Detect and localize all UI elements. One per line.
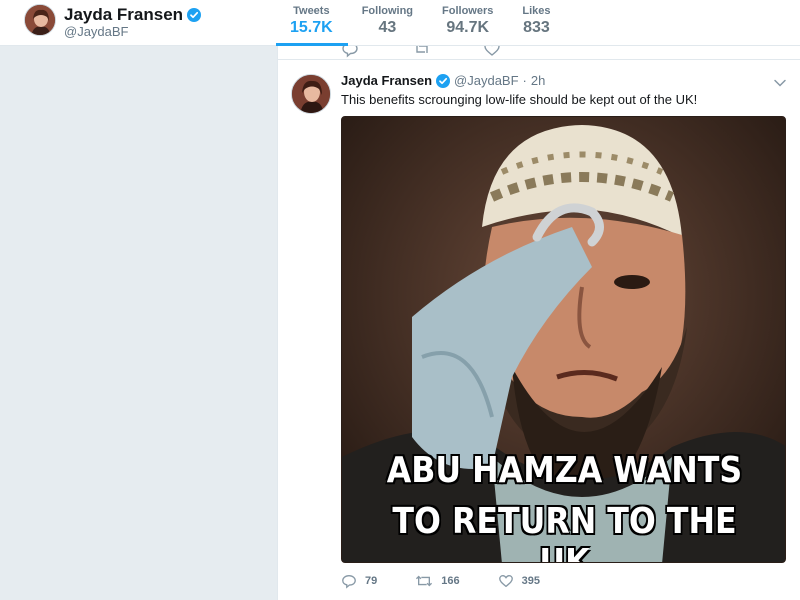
retweet-icon [416, 575, 433, 587]
retweet-button[interactable]: 166 [415, 573, 460, 589]
like-button[interactable]: 395 [498, 573, 540, 589]
profile-avatar[interactable] [24, 4, 56, 36]
retweet-icon[interactable] [413, 46, 431, 58]
tweet-author-handle[interactable]: @JaydaBF [454, 73, 519, 88]
profile-name[interactable]: Jayda Fransen [64, 5, 202, 25]
tab-following-count: 43 [378, 19, 397, 36]
previous-tweet-actions [278, 46, 800, 60]
meme-caption-line2: TO RETURN TO THE UK [392, 501, 737, 563]
reply-button[interactable]: 79 [341, 573, 377, 589]
tweet-text: This benefits scrounging low-life should… [341, 92, 698, 107]
profile-name-text[interactable]: Jayda Fransen [64, 5, 183, 25]
tab-following-label: Following [361, 5, 414, 17]
retweet-count: 166 [441, 575, 460, 587]
tweet[interactable]: Jayda Fransen @JaydaBF · 2h This benefit… [278, 62, 800, 600]
meme-photo [342, 117, 785, 562]
avatar-image [25, 5, 55, 35]
reply-icon [342, 574, 356, 589]
tweet-actions: 79 166 395 [341, 571, 578, 591]
like-count: 395 [521, 575, 540, 587]
heart-icon[interactable] [483, 46, 501, 58]
tweet-media-image[interactable]: ABU HAMZA WANTS TO RETURN TO THE UK [341, 116, 786, 563]
tab-following[interactable]: Following 43 [348, 0, 428, 46]
heart-icon [498, 574, 513, 588]
tab-tweets-label: Tweets [293, 5, 330, 17]
tab-followers[interactable]: Followers 94.7K [428, 0, 508, 46]
tab-likes[interactable]: Likes 833 [508, 0, 565, 46]
chevron-down-icon[interactable] [773, 76, 787, 90]
tab-followers-count: 94.7K [446, 19, 490, 36]
avatar-image [292, 75, 330, 113]
timeline: Jayda Fransen @JaydaBF · 2h This benefit… [277, 46, 800, 600]
tab-likes-count: 833 [523, 19, 550, 36]
reply-icon[interactable] [341, 46, 359, 58]
tab-tweets-count: 15.7K [290, 19, 333, 36]
profile-handle[interactable]: @JaydaBF [64, 24, 129, 39]
reply-count: 79 [365, 575, 378, 587]
tweet-author-name[interactable]: Jayda Fransen [341, 73, 432, 88]
verified-badge-icon [436, 73, 451, 88]
tweet-separator: · [522, 73, 527, 88]
tab-likes-label: Likes [522, 5, 551, 17]
tweet-avatar[interactable] [291, 74, 331, 114]
tweet-header: Jayda Fransen @JaydaBF · 2h [341, 73, 545, 88]
tweet-timestamp[interactable]: 2h [531, 73, 545, 88]
meme-caption-line1: ABU HAMZA WANTS [386, 450, 743, 491]
profile-nav-bar: Jayda Fransen @JaydaBF Tweets 15.7K Foll… [0, 0, 800, 46]
verified-badge-icon [187, 8, 202, 22]
tab-tweets[interactable]: Tweets 15.7K [276, 0, 348, 46]
tab-followers-label: Followers [442, 5, 494, 17]
profile-stats-nav: Tweets 15.7K Following 43 Followers 94.7… [276, 0, 566, 46]
